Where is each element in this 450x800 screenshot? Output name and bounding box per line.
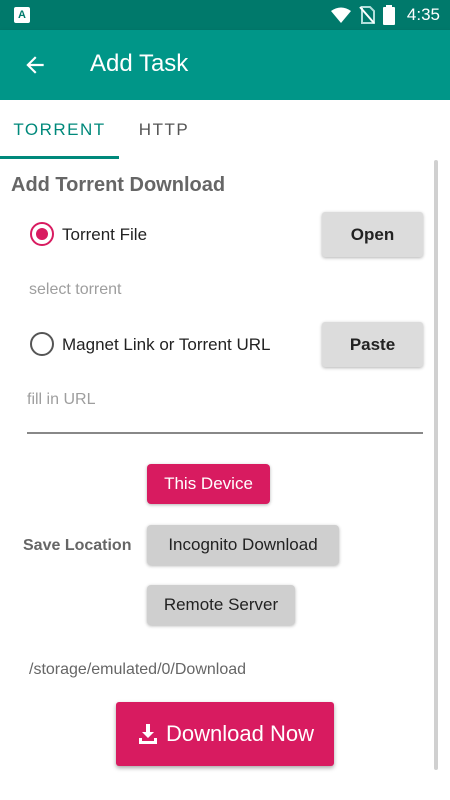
tab-http[interactable]: HTTP bbox=[124, 100, 204, 160]
this-device-button[interactable]: This Device bbox=[147, 464, 270, 504]
remote-server-button[interactable]: Remote Server bbox=[147, 585, 295, 625]
torrent-file-label[interactable]: Torrent File bbox=[62, 225, 147, 245]
open-button[interactable]: Open bbox=[322, 212, 423, 257]
back-arrow-icon[interactable] bbox=[22, 52, 48, 78]
paste-button[interactable]: Paste bbox=[322, 322, 423, 367]
torrent-file-radio[interactable] bbox=[30, 222, 54, 246]
page-title: Add Task bbox=[90, 50, 189, 77]
download-now-label: Download Now bbox=[166, 721, 314, 746]
no-sim-icon bbox=[359, 6, 375, 24]
save-location-label: Save Location bbox=[23, 537, 132, 554]
download-path: /storage/emulated/0/Download bbox=[29, 661, 247, 678]
app-notification-icon: A bbox=[14, 7, 30, 23]
wifi-icon bbox=[330, 7, 351, 23]
magnet-link-radio[interactable] bbox=[30, 332, 54, 356]
url-input-underline bbox=[27, 432, 423, 434]
tab-indicator bbox=[0, 156, 119, 159]
tab-torrent[interactable]: TORRENT bbox=[0, 100, 119, 160]
section-title: Add Torrent Download bbox=[11, 174, 226, 196]
scrollbar[interactable] bbox=[434, 160, 438, 770]
app-bar: Add Task bbox=[0, 30, 450, 100]
battery-icon bbox=[382, 5, 395, 25]
download-now-button[interactable]: Download Now bbox=[116, 702, 334, 766]
status-bar: A 4:35 bbox=[0, 0, 450, 30]
tab-bar: TORRENT HTTP bbox=[0, 100, 450, 160]
incognito-download-button[interactable]: Incognito Download bbox=[147, 525, 339, 565]
magnet-link-label[interactable]: Magnet Link or Torrent URL bbox=[62, 335, 271, 355]
url-input[interactable]: fill in URL bbox=[27, 391, 95, 409]
download-icon bbox=[139, 724, 158, 744]
status-time: 4:35 bbox=[406, 5, 440, 24]
select-torrent-hint: select torrent bbox=[29, 281, 122, 298]
